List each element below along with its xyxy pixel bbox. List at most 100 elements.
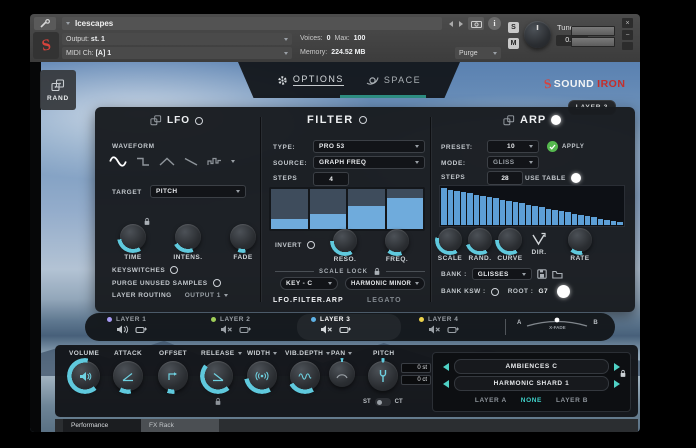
reso-knob[interactable] [333, 229, 357, 253]
none-button[interactable]: NONE [521, 397, 542, 404]
use-table-toggle[interactable] [571, 173, 581, 183]
graph-step[interactable] [387, 189, 424, 229]
graph-step[interactable] [461, 187, 467, 225]
filter-power-toggle[interactable] [359, 116, 367, 124]
graph-step[interactable] [454, 187, 460, 225]
speaker-muted-icon[interactable] [220, 325, 233, 334]
snapshot-camera-button[interactable] [468, 17, 484, 30]
filter-source-dropdown[interactable]: GRAPH FREQ [313, 156, 425, 169]
pitch-semitone-value[interactable]: 0 st [401, 363, 431, 373]
width-knob[interactable] [247, 361, 277, 391]
filter-steps-value[interactable]: 4 [313, 172, 349, 186]
graph-step[interactable] [617, 187, 623, 225]
layer-purge-icon[interactable] [447, 325, 460, 334]
graph-step[interactable] [552, 187, 558, 225]
graph-step[interactable] [559, 187, 565, 225]
arp-step-graph[interactable] [439, 185, 625, 227]
lock-icon[interactable] [214, 397, 222, 406]
folder-icon[interactable] [552, 270, 563, 279]
apply-button[interactable]: APPLY [547, 141, 584, 152]
layer-1-block[interactable]: LAYER 1 [107, 316, 203, 334]
layer-a-button[interactable]: LAYER A [475, 397, 507, 404]
layer-b-button[interactable]: LAYER B [556, 397, 588, 404]
layer-4-block[interactable]: LAYER 4 [419, 316, 515, 334]
graph-step[interactable] [519, 187, 525, 225]
arp-power-toggle[interactable] [551, 115, 561, 125]
purge-menu[interactable]: Purge [455, 47, 501, 59]
time-knob[interactable] [120, 224, 146, 250]
arp-preset-dropdown[interactable]: 10 [487, 140, 539, 153]
filter-step-graph[interactable] [269, 187, 425, 231]
arp-mode-dropdown[interactable]: GLISS [487, 156, 539, 169]
articulation-b-value[interactable]: HARMONIC SHARD 1 [454, 376, 609, 391]
graph-step[interactable] [611, 187, 617, 225]
graph-step[interactable] [526, 187, 532, 225]
graph-step[interactable] [565, 187, 571, 225]
layer-purge-icon[interactable] [239, 325, 252, 334]
tab-performance[interactable]: Performance [63, 419, 141, 432]
vib-depth-knob[interactable] [290, 361, 320, 391]
graph-step[interactable] [271, 189, 308, 229]
pan-knob[interactable] [329, 361, 355, 387]
lock-icon[interactable] [619, 369, 627, 378]
mute-button[interactable]: M [508, 38, 519, 49]
arp-scale-knob[interactable] [438, 228, 462, 252]
minimize-button[interactable]: − [622, 30, 633, 40]
tab-space[interactable]: SPACE [366, 75, 421, 86]
chevron-down-icon[interactable] [273, 352, 277, 355]
prev-arrow-icon[interactable] [443, 380, 449, 388]
collapse-icon[interactable] [66, 22, 70, 25]
volume-knob[interactable] [70, 361, 100, 391]
square-wave-icon[interactable] [135, 155, 151, 168]
aux-button[interactable] [622, 42, 633, 50]
switch-pill[interactable] [375, 398, 391, 406]
root-toggle[interactable] [557, 285, 570, 298]
random-wave-icon[interactable] [207, 155, 223, 168]
prev-arrow-icon[interactable] [443, 363, 449, 371]
bank-ksw-toggle[interactable] [491, 288, 499, 296]
graph-step[interactable] [591, 187, 597, 225]
st-ct-switch[interactable]: ST CT [363, 398, 403, 406]
graph-step[interactable] [572, 187, 578, 225]
arp-rand-knob[interactable] [468, 228, 492, 252]
attack-knob[interactable] [113, 361, 143, 391]
layer-3-block[interactable]: LAYER 3 [311, 316, 407, 334]
speaker-on-icon[interactable] [116, 325, 129, 334]
speaker-muted-icon[interactable] [320, 325, 333, 334]
pitch-knob[interactable] [368, 361, 398, 391]
save-icon[interactable] [537, 269, 547, 279]
filter-type-dropdown[interactable]: PRO 53 [313, 140, 425, 153]
rate-knob[interactable] [568, 228, 592, 252]
xfade-control[interactable]: A X-FADE B [517, 316, 611, 329]
instrument-title-bar[interactable]: Icescapes [62, 17, 442, 30]
graph-step[interactable] [598, 187, 604, 225]
speaker-muted-icon[interactable] [428, 325, 441, 334]
graph-step[interactable] [448, 187, 454, 225]
tab-lfo-filter-arp[interactable]: LFO.FILTER.ARP [273, 297, 344, 304]
keyswitches-toggle[interactable] [170, 266, 178, 274]
offset-knob[interactable] [158, 361, 188, 391]
tab-legato[interactable]: LEGATO [367, 297, 402, 304]
graph-step[interactable] [441, 187, 447, 225]
info-button[interactable]: i [488, 17, 501, 30]
chevron-down-icon[interactable] [326, 352, 330, 355]
tune-knob[interactable] [524, 21, 551, 48]
rand-button[interactable]: RAND [40, 70, 76, 110]
graph-step[interactable] [604, 187, 610, 225]
invert-toggle[interactable] [307, 241, 315, 249]
lfo-power-toggle[interactable] [195, 117, 203, 125]
graph-step[interactable] [310, 189, 347, 229]
wrench-button[interactable] [34, 17, 56, 30]
graph-step[interactable] [493, 187, 499, 225]
direction-icon[interactable] [530, 231, 547, 247]
key-dropdown[interactable]: KEY - C [280, 277, 338, 290]
triangle-wave-icon[interactable] [159, 155, 175, 168]
graph-step[interactable] [513, 187, 519, 225]
graph-step[interactable] [487, 187, 493, 225]
graph-step[interactable] [480, 187, 486, 225]
layer-2-block[interactable]: LAYER 2 [211, 316, 307, 334]
graph-step[interactable] [532, 187, 538, 225]
graph-step[interactable] [348, 189, 385, 229]
graph-step[interactable] [500, 187, 506, 225]
target-dropdown[interactable]: PITCH [150, 185, 246, 198]
